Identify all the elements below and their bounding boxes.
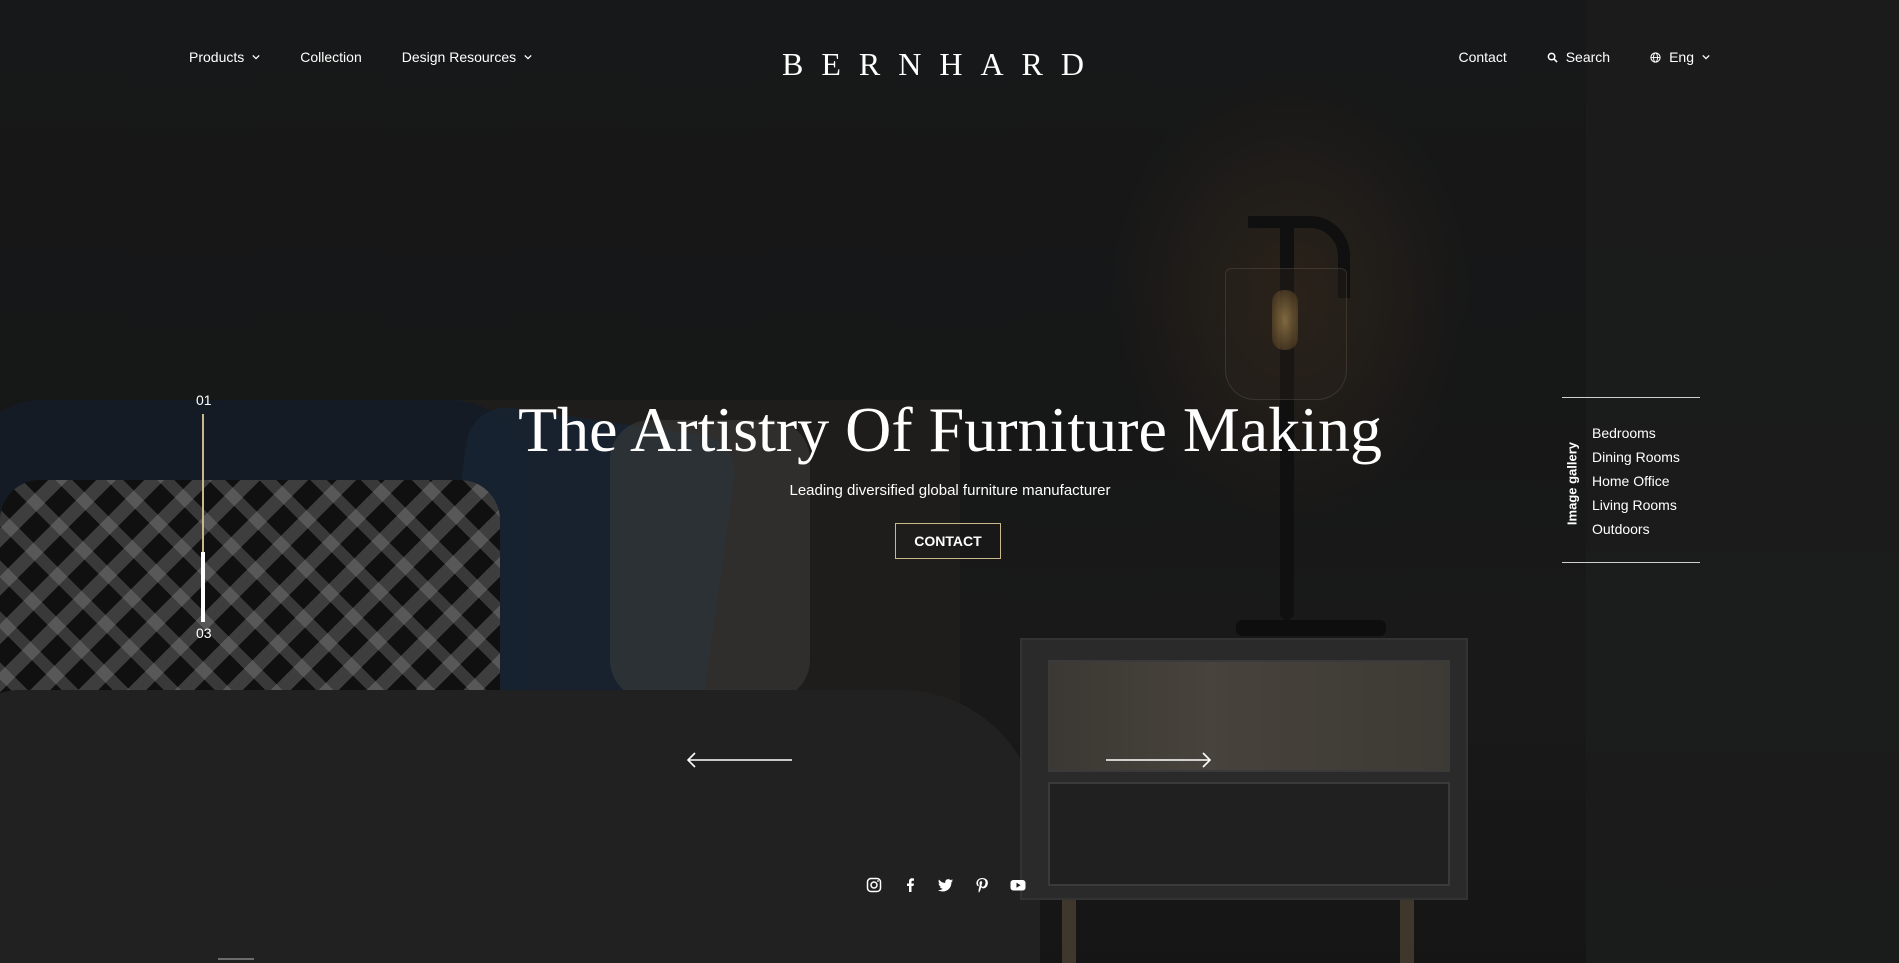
top-navigation: Products Collection Design Resources BER… [0, 0, 1899, 120]
search-icon [1547, 52, 1558, 63]
nav-item-label: Design Resources [401, 49, 517, 65]
search-button[interactable]: Search [1547, 49, 1610, 65]
bottom-divider [218, 958, 254, 960]
nav-item-label: Collection [300, 49, 362, 65]
hero-subtitle: Leading diversified global furniture man… [789, 482, 1111, 499]
globe-icon [1650, 51, 1661, 63]
social-links [866, 877, 1026, 893]
youtube-icon[interactable] [1010, 877, 1026, 893]
nav-item-collection[interactable]: Collection [300, 49, 361, 65]
nav-item-design-resources[interactable]: Design Resources [402, 49, 532, 65]
gallery-item-dining-rooms[interactable]: Dining Rooms [1592, 445, 1680, 469]
next-slide-arrow-icon[interactable] [1104, 752, 1212, 768]
gallery-item-bedrooms[interactable]: Bedrooms [1592, 421, 1680, 445]
chevron-down-icon [1702, 54, 1710, 60]
image-gallery-list: Bedrooms Dining Rooms Home Office Living… [1592, 421, 1680, 541]
contact-link[interactable]: Contact [1458, 49, 1506, 65]
slide-counter-current: 01 [196, 392, 212, 408]
language-selector[interactable]: Eng [1650, 49, 1710, 65]
previous-slide-arrow-icon[interactable] [686, 752, 794, 768]
image-gallery-label: Image gallery [1564, 441, 1580, 526]
twitter-icon[interactable] [938, 877, 954, 893]
chevron-down-icon [252, 54, 260, 60]
nav-item-products[interactable]: Products [189, 49, 260, 65]
secondary-nav: Contact Search Eng [1458, 49, 1710, 65]
instagram-icon[interactable] [866, 877, 882, 893]
brand-logo[interactable]: BERNHARD [777, 46, 1107, 83]
gallery-item-home-office[interactable]: Home Office [1592, 469, 1680, 493]
gallery-item-outdoors[interactable]: Outdoors [1592, 517, 1680, 541]
language-label: Eng [1669, 49, 1694, 65]
chevron-down-icon [524, 54, 532, 60]
contact-cta-button[interactable]: CONTACT [895, 523, 1001, 559]
pinterest-icon[interactable] [974, 877, 990, 893]
gallery-item-living-rooms[interactable]: Living Rooms [1592, 493, 1680, 517]
contact-link-label: Contact [1458, 49, 1507, 65]
facebook-icon[interactable] [902, 877, 918, 893]
nav-item-label: Products [189, 49, 245, 65]
primary-nav: Products Collection Design Resources [189, 49, 532, 65]
slide-progress-fill [201, 552, 205, 622]
slide-counter-total: 03 [196, 625, 212, 641]
search-label: Search [1565, 49, 1611, 65]
hero-title: The Artistry Of Furniture Making [518, 394, 1382, 465]
